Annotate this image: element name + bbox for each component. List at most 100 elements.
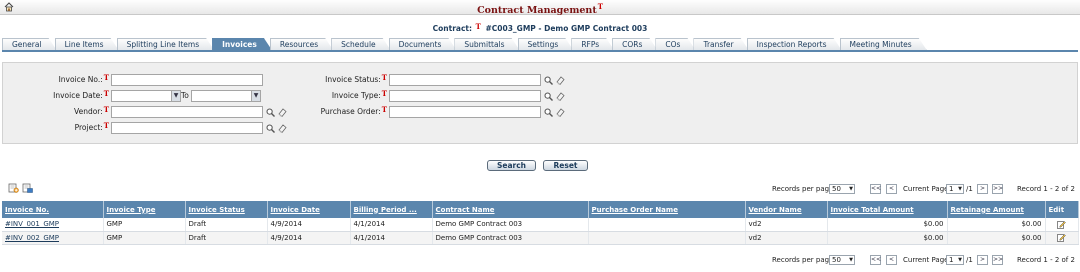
magnifier-icon[interactable] — [544, 76, 553, 85]
edit-cell — [1045, 231, 1079, 245]
records-per-page-select[interactable]: 50 ▼ — [829, 255, 855, 265]
prev-page-button[interactable]: < — [886, 255, 897, 265]
tab-inspection-reports[interactable]: Inspection Reports — [747, 38, 842, 50]
tab-cors[interactable]: CORs — [612, 38, 657, 50]
last-page-button[interactable]: >> — [992, 184, 1003, 194]
eraser-icon[interactable] — [556, 108, 565, 117]
records-per-page-label: Records per page — [772, 185, 834, 193]
tab-bar: General Line Items Splitting Line Items … — [2, 38, 1078, 52]
invoice-link[interactable]: #INV_001_GMP — [5, 220, 59, 228]
records-per-page-label: Records per page — [772, 256, 834, 264]
purchase-order-name-cell — [588, 231, 746, 245]
eraser-icon[interactable] — [278, 124, 287, 133]
invoice-no-cell[interactable]: #INV_001_GMP — [2, 218, 104, 232]
column-header-vendor-name[interactable]: Vendor Name — [745, 201, 828, 218]
column-header-invoice-status[interactable]: Invoice Status — [185, 201, 268, 218]
column-header-invoice-date[interactable]: Invoice Date — [267, 201, 351, 218]
search-button[interactable]: Search — [487, 160, 536, 171]
magnifier-icon[interactable] — [544, 92, 553, 101]
invoice-date-cell: 4/9/2014 — [267, 231, 351, 245]
tab-meeting-minutes[interactable]: Meeting Minutes — [840, 38, 927, 50]
tab-schedule[interactable]: Schedule — [331, 38, 390, 50]
invoice-type-cell: GMP — [103, 231, 186, 245]
purchase-order-label: Purchase Order:T — [320, 105, 387, 116]
column-header-purchase-order-name[interactable]: Purchase Order Name — [588, 201, 746, 218]
column-header-contract-name[interactable]: Contract Name — [432, 201, 589, 218]
column-header-invoice-no[interactable]: Invoice No. — [2, 201, 104, 218]
pager-top: Records per page 50 ▼ << < Current Page 1… — [772, 183, 1077, 195]
magnifier-icon[interactable] — [266, 108, 275, 117]
eraser-icon[interactable] — [556, 92, 565, 101]
invoice-status-label: Invoice Status:T — [325, 73, 387, 84]
invoice-total-amount-cell: $0.00 — [827, 218, 948, 232]
tab-splitting-line-items[interactable]: Splitting Line Items — [117, 38, 215, 50]
tab-line-items[interactable]: Line Items — [55, 38, 119, 50]
pager-bottom: Records per page 50 ▼ << < Current Page 1… — [772, 254, 1077, 266]
edit-cell — [1045, 218, 1079, 232]
tab-rfps[interactable]: RFPs — [571, 38, 614, 50]
table-header-row: Invoice No. Invoice Type Invoice Status … — [2, 201, 1079, 218]
column-header-invoice-total-amount[interactable]: Invoice Total Amount — [827, 201, 948, 218]
edit-icon[interactable] — [1057, 220, 1066, 229]
invoice-status-field[interactable] — [389, 74, 541, 86]
contract-label: Contract: — [432, 24, 472, 33]
last-page-button[interactable]: >> — [992, 255, 1003, 265]
tab-resources[interactable]: Resources — [270, 38, 333, 50]
record-summary: Record 1 - 2 of 2 — [1017, 185, 1075, 193]
tab-general[interactable]: General — [2, 38, 57, 50]
column-header-billing-period[interactable]: Billing Period ... — [350, 201, 433, 218]
tab-submittals[interactable]: Submittals — [454, 38, 519, 50]
current-page-select[interactable]: 1 ▼ — [946, 255, 964, 265]
column-header-retainage-amount[interactable]: Retainage Amount — [947, 201, 1046, 218]
first-page-button[interactable]: << — [870, 255, 881, 265]
billing-period-cell: 4/1/2014 — [350, 231, 433, 245]
chevron-down-icon: ▼ — [958, 186, 962, 192]
billing-period-cell: 4/1/2014 — [350, 218, 433, 232]
project-label: Project:T — [74, 121, 109, 132]
invoice-type-field[interactable] — [389, 90, 541, 102]
chevron-down-icon: ▼ — [171, 91, 180, 101]
invoice-no-cell[interactable]: #INV_002_GMP — [2, 231, 104, 245]
tab-transfer[interactable]: Transfer — [693, 38, 748, 50]
invoice-date-to-select[interactable]: ▼ — [191, 90, 261, 102]
column-header-invoice-type[interactable]: Invoice Type — [103, 201, 186, 218]
invoice-link[interactable]: #INV_002_GMP — [5, 234, 59, 242]
magnifier-icon[interactable] — [266, 124, 275, 133]
tab-cos[interactable]: COs — [655, 38, 695, 50]
tab-settings[interactable]: Settings — [518, 38, 574, 50]
import-invoice-icon[interactable] — [22, 183, 33, 193]
chevron-down-icon: ▼ — [849, 186, 853, 192]
total-pages: /1 — [966, 185, 973, 193]
project-field[interactable] — [111, 122, 263, 134]
first-page-button[interactable]: << — [870, 184, 881, 194]
invoice-no-field[interactable] — [111, 74, 263, 86]
next-page-button[interactable]: > — [977, 184, 988, 194]
records-per-page-select[interactable]: 50 ▼ — [829, 184, 855, 194]
table-row: #INV_002_GMP GMP Draft 4/9/2014 4/1/2014… — [2, 231, 1079, 245]
prev-page-button[interactable]: < — [886, 184, 897, 194]
app-title: Contract ManagementT — [477, 2, 603, 17]
vendor-name-cell: vd2 — [745, 218, 828, 232]
chevron-down-icon: ▼ — [958, 257, 962, 263]
invoice-date-from-select[interactable]: ▼ — [111, 90, 181, 102]
invoice-total-amount-cell: $0.00 — [827, 231, 948, 245]
reset-button[interactable]: Reset — [543, 160, 588, 171]
tab-invoices[interactable]: Invoices — [212, 38, 272, 50]
next-page-button[interactable]: > — [977, 255, 988, 265]
add-invoice-icon[interactable] — [8, 183, 19, 193]
eraser-icon[interactable] — [278, 108, 287, 117]
retainage-amount-cell: $0.00 — [947, 231, 1046, 245]
purchase-order-field[interactable] — [389, 106, 541, 118]
vendor-field[interactable] — [111, 106, 263, 118]
eraser-icon[interactable] — [556, 76, 565, 85]
tab-documents[interactable]: Documents — [389, 38, 457, 50]
invoice-type-label: Invoice Type:T — [331, 89, 387, 100]
purchase-order-name-cell — [588, 218, 746, 232]
invoice-status-cell: Draft — [185, 218, 268, 232]
current-page-select[interactable]: 1 ▼ — [946, 184, 964, 194]
magnifier-icon[interactable] — [544, 108, 553, 117]
column-header-edit: Edit — [1045, 201, 1079, 218]
vendor-name-cell: vd2 — [745, 231, 828, 245]
edit-icon[interactable] — [1057, 233, 1066, 242]
invoice-date-cell: 4/9/2014 — [267, 218, 351, 232]
